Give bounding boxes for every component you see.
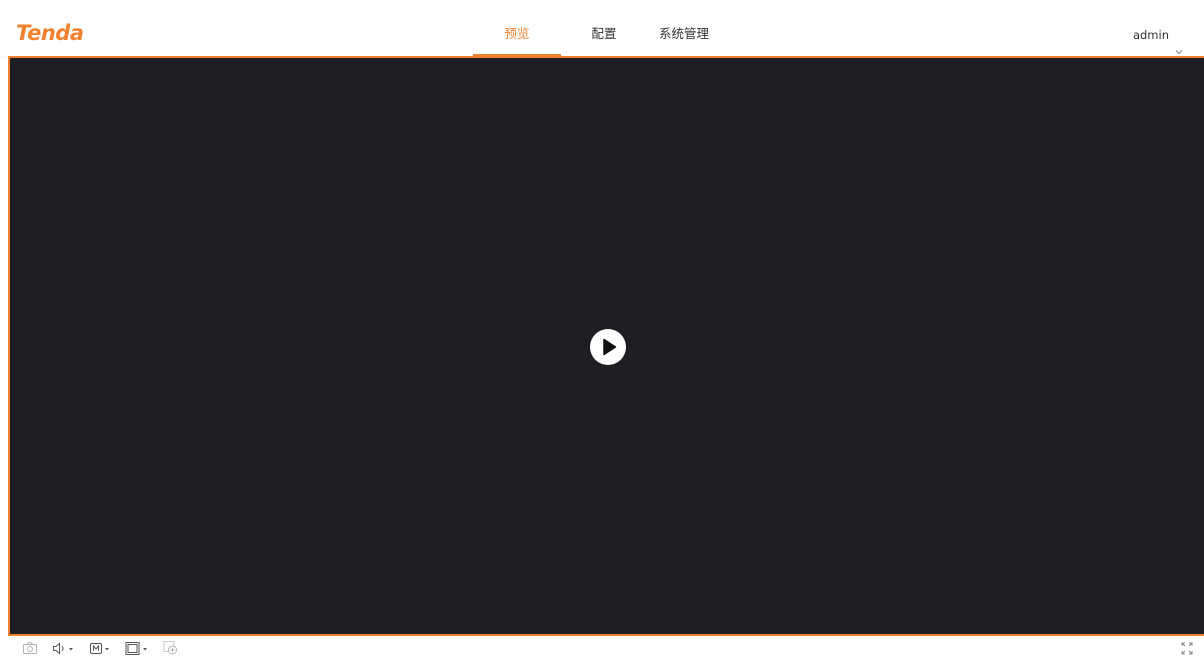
play-icon[interactable] xyxy=(590,329,626,365)
video-viewport[interactable] xyxy=(8,56,1204,636)
chevron-down-icon xyxy=(1175,32,1183,54)
window-layout-icon[interactable] xyxy=(125,641,151,656)
username: admin xyxy=(1132,28,1169,42)
main-nav: 预览 配置 系统管理 xyxy=(473,14,721,56)
stream-mode-icon[interactable] xyxy=(89,641,113,656)
digital-zoom-icon[interactable] xyxy=(163,641,179,656)
user-menu[interactable]: admin xyxy=(1132,14,1183,56)
header: Tenda 预览 配置 系统管理 admin xyxy=(0,14,1204,56)
app-page: Tenda 预览 配置 系统管理 admin xyxy=(0,0,1204,659)
camera-icon[interactable] xyxy=(22,641,38,656)
tab-preview[interactable]: 预览 xyxy=(473,14,561,56)
fullscreen-icon[interactable] xyxy=(1180,641,1194,656)
tab-config[interactable]: 配置 xyxy=(561,14,647,56)
tenda-logo[interactable]: Tenda xyxy=(16,21,84,45)
tab-system-management[interactable]: 系统管理 xyxy=(647,14,721,56)
volume-icon[interactable] xyxy=(52,641,76,656)
top-strip xyxy=(0,0,1204,14)
video-toolbar xyxy=(0,638,1204,659)
